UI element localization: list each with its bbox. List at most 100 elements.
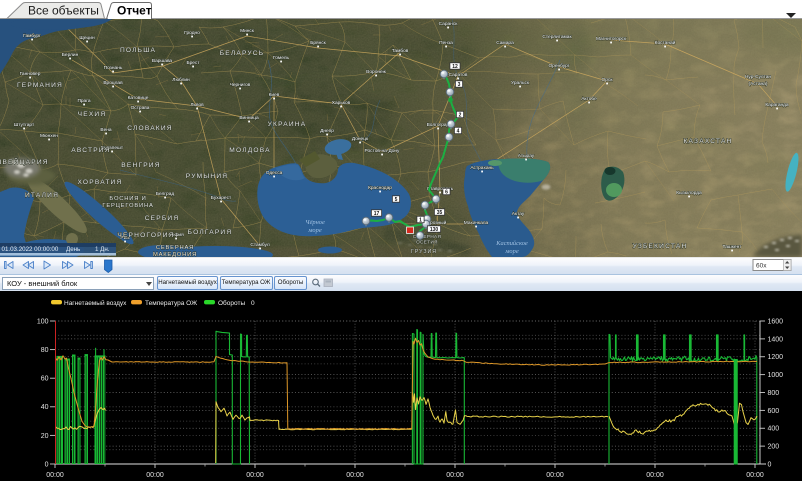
svg-text:5: 5 (395, 197, 398, 203)
svg-text:СЕВЕРНАЯ: СЕВЕРНАЯ (156, 245, 194, 251)
svg-text:ГРУЗИЯ: ГРУЗИЯ (411, 249, 437, 255)
svg-text:БЕЛАРУСЬ: БЕЛАРУСЬ (220, 50, 265, 57)
svg-text:0: 0 (768, 461, 772, 468)
svg-text:ПОЛЬША: ПОЛЬША (120, 47, 156, 54)
svg-text:Познань: Познань (104, 65, 123, 71)
svg-text:Все объекты: Все объекты (28, 4, 99, 18)
svg-text:00:00: 00:00 (346, 472, 364, 479)
svg-text:Пенза: Пенза (439, 40, 453, 46)
svg-text:20: 20 (41, 433, 49, 440)
svg-text:День: День (66, 246, 80, 253)
svg-text:Минск: Минск (240, 28, 255, 34)
svg-text:Винница: Винница (239, 115, 259, 121)
svg-text:(Астана): (Астана) (749, 81, 768, 87)
svg-text:Берлин: Берлин (62, 52, 79, 58)
svg-text:СЕРБИЯ: СЕРБИЯ (145, 215, 180, 222)
svg-text:Караганда: Караганда (765, 102, 789, 108)
svg-text:Гродно: Гродно (184, 30, 200, 36)
svg-text:80: 80 (41, 347, 49, 354)
svg-text:АВСТРИЯ: АВСТРИЯ (71, 147, 110, 154)
svg-text:01.03.2022 00:00:00: 01.03.2022 00:00:00 (2, 246, 59, 253)
svg-text:Одесса: Одесса (266, 170, 283, 176)
svg-text:Прага: Прага (77, 98, 90, 104)
svg-text:МОЛДОВА: МОЛДОВА (229, 147, 270, 154)
svg-text:Гамбург: Гамбург (23, 33, 41, 39)
svg-text:ГЕРЦЕГОВИНА: ГЕРЦЕГОВИНА (102, 203, 153, 209)
svg-text:ЧЕРНОГОРИЯ: ЧЕРНОГОРИЯ (117, 232, 174, 239)
svg-text:Чернигов: Чернигов (230, 82, 251, 88)
svg-text:Нур-Султан: Нур-Султан (745, 74, 771, 80)
svg-text:Магнитогорск: Магнитогорск (596, 36, 627, 42)
svg-text:Актобе: Актобе (581, 96, 597, 102)
svg-text:Температура ОЖ: Температура ОЖ (145, 300, 197, 307)
svg-text:0: 0 (251, 300, 255, 307)
svg-text:Брест: Брест (186, 60, 200, 66)
svg-text:Костанай: Костанай (655, 39, 676, 46)
svg-text:Брянск: Брянск (310, 40, 326, 46)
svg-text:Вена: Вена (100, 127, 112, 133)
svg-text:Ганновер: Ганновер (20, 71, 41, 77)
svg-text:Саратов: Саратов (449, 72, 468, 78)
svg-text:Львов: Львов (190, 102, 204, 108)
svg-text:Уральск: Уральск (511, 80, 530, 86)
svg-text:КАЗАХСТАН: КАЗАХСТАН (683, 138, 732, 145)
svg-text:Отчет: Отчет (117, 4, 152, 18)
svg-text:Вроцлав: Вроцлав (103, 80, 123, 86)
svg-text:Ростов-на-Дону: Ростов-на-Дону (365, 148, 401, 154)
svg-text:Махачкала: Махачкала (464, 220, 489, 226)
svg-text:ГЕРМАНИЯ: ГЕРМАНИЯ (17, 82, 63, 89)
svg-text:Орск: Орск (602, 77, 614, 83)
svg-text:РУМЫНИЯ: РУМЫНИЯ (186, 173, 228, 180)
svg-text:Кызылорда: Кызылорда (676, 190, 702, 196)
svg-text:Гомель: Гомель (273, 55, 290, 61)
svg-text:Катовице: Катовице (128, 95, 149, 101)
svg-text:400: 400 (768, 426, 780, 433)
svg-text:1000: 1000 (768, 372, 784, 379)
svg-text:Чёрное: Чёрное (305, 219, 325, 226)
svg-text:Самара: Самара (496, 40, 514, 46)
svg-text:Астрахань: Астрахань (470, 165, 494, 171)
svg-text:1200: 1200 (768, 354, 784, 361)
svg-text:ХОРВАТИЯ: ХОРВАТИЯ (78, 179, 123, 186)
svg-text:Актау: Актау (512, 211, 525, 217)
svg-text:ШВЕЙЦАРИЯ: ШВЕЙЦАРИЯ (0, 157, 49, 166)
svg-text:ЧЕХИЯ: ЧЕХИЯ (78, 111, 107, 118)
svg-text:море: море (504, 248, 518, 255)
svg-text:Тамбов: Тамбов (392, 48, 409, 54)
svg-text:Днепр: Днепр (320, 128, 334, 134)
svg-text:00:00: 00:00 (446, 472, 464, 479)
svg-text:Атырау: Атырау (518, 153, 535, 159)
svg-text:00:00: 00:00 (746, 472, 764, 479)
svg-text:Донецк: Донецк (352, 136, 369, 142)
svg-text:Щецин: Щецин (79, 35, 95, 41)
svg-text:Воронеж: Воронеж (366, 69, 386, 75)
svg-text:1 Дн.: 1 Дн. (95, 246, 110, 253)
svg-text:17: 17 (374, 211, 380, 217)
svg-text:200: 200 (768, 444, 780, 451)
svg-text:Острава: Острава (131, 105, 150, 111)
svg-text:Ташкент: Ташкент (723, 244, 743, 250)
svg-text:Люблин: Люблин (172, 77, 190, 83)
svg-text:60: 60 (41, 376, 49, 383)
svg-text:1600: 1600 (768, 318, 784, 325)
svg-text:0: 0 (45, 461, 49, 468)
svg-text:Стерлитамак: Стерлитамак (542, 34, 572, 40)
svg-text:60x: 60x (756, 263, 767, 270)
svg-text:1: 1 (419, 218, 422, 224)
svg-text:2: 2 (459, 113, 462, 119)
svg-text:Мюнхен: Мюнхен (40, 133, 58, 139)
svg-text:море: море (307, 227, 321, 234)
svg-text:00:00: 00:00 (546, 472, 564, 479)
svg-text:БОСНИЯ И: БОСНИЯ И (109, 196, 146, 202)
svg-text:УКРАИНА: УКРАИНА (268, 121, 307, 128)
svg-text:ИТАЛИЯ: ИТАЛИЯ (25, 192, 59, 199)
svg-text:6: 6 (445, 190, 448, 196)
svg-text:Белград: Белград (156, 191, 175, 197)
svg-text:Стамбул: Стамбул (250, 242, 269, 248)
svg-text:Харьков: Харьков (332, 100, 351, 106)
svg-text:ВЕНГРИЯ: ВЕНГРИЯ (121, 162, 160, 169)
svg-text:130: 130 (430, 227, 439, 233)
svg-text:600: 600 (768, 408, 780, 415)
svg-text:Обороты: Обороты (218, 299, 245, 307)
svg-text:УЗБЕКИСТАН: УЗБЕКИСТАН (633, 243, 688, 250)
